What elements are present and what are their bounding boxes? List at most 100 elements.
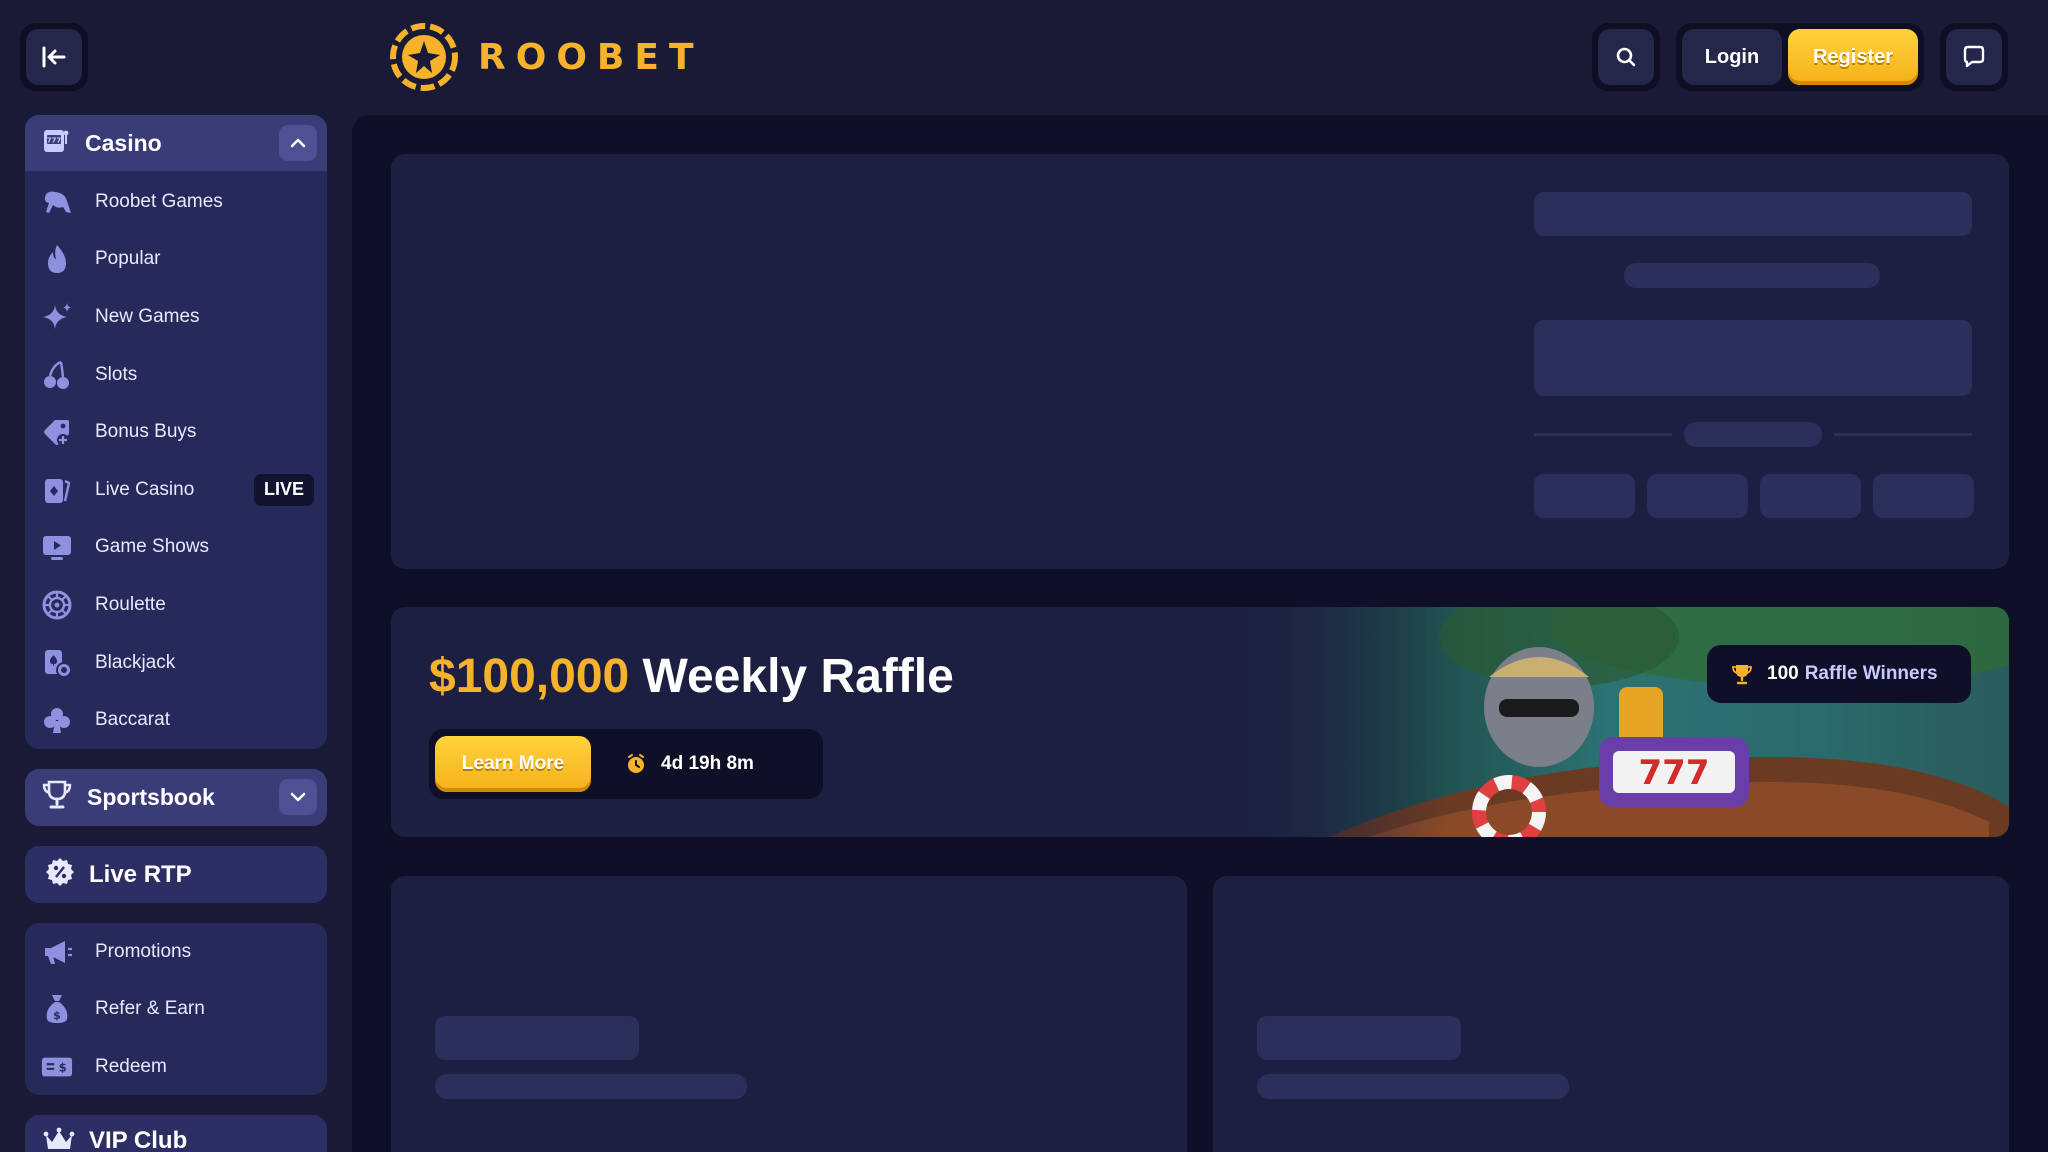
sidebar-item-label: Redeem	[95, 1055, 167, 1077]
trophy-icon	[41, 779, 73, 816]
ticket-icon: $	[41, 1051, 73, 1083]
raffle-name: Weekly Raffle	[642, 650, 954, 703]
sidebar-item-game-shows[interactable]: Game Shows	[25, 519, 327, 577]
roulette-icon	[41, 589, 73, 621]
skeleton-block	[1684, 422, 1822, 447]
sidebar-item-roulette[interactable]: Roulette	[25, 576, 327, 634]
chevron-down-icon	[290, 792, 306, 802]
casino-collapse-button[interactable]	[279, 125, 317, 161]
logo-text: ROOBET	[478, 36, 704, 78]
search-icon	[1598, 29, 1654, 85]
raffle-actions: Learn More 4d 19h 8m	[429, 729, 823, 799]
sidebar-item-label: Promotions	[95, 940, 192, 962]
skeleton-block	[1534, 320, 1972, 396]
sidebar-item-slots[interactable]: Slots	[25, 346, 327, 404]
sidebar-item-label: New Games	[95, 305, 200, 327]
skeleton-block	[435, 1016, 639, 1060]
casino-panel: 777 Casino Roobet Games Popular New Game…	[25, 115, 327, 749]
skeleton-block	[1257, 1074, 1569, 1099]
sidebar-item-baccarat[interactable]: Baccarat	[25, 691, 327, 749]
skeleton-divider	[1534, 433, 1672, 436]
sidebar-item-bonus-buys[interactable]: Bonus Buys	[25, 403, 327, 461]
sportsbook-expand-button[interactable]	[279, 779, 317, 815]
chat-button[interactable]	[1940, 23, 2008, 91]
megaphone-icon	[41, 936, 73, 968]
kangaroo-icon	[41, 186, 73, 218]
rtp-badge-icon	[45, 857, 75, 892]
register-button[interactable]: Register	[1788, 29, 1918, 85]
live-rtp-panel[interactable]: Live RTP	[25, 846, 327, 903]
live-rtp-title: Live RTP	[89, 860, 192, 888]
sidebar-item-label: Refer & Earn	[95, 998, 205, 1020]
sidebar-item-blackjack[interactable]: Blackjack	[25, 634, 327, 692]
skeleton-divider	[1834, 433, 1972, 436]
login-button[interactable]: Login	[1682, 29, 1782, 85]
flame-icon	[41, 243, 73, 275]
raffle-winners-badge[interactable]: 100 Raffle Winners	[1707, 645, 1971, 703]
casino-header[interactable]: 777 Casino	[25, 115, 327, 171]
sidebar-item-label: Game Shows	[95, 536, 210, 558]
extras-panel: Promotions $ Refer & Earn $ Redeem	[25, 923, 327, 1095]
vip-club-panel[interactable]: VIP Club	[25, 1115, 327, 1152]
svg-text:777: 777	[47, 136, 62, 144]
live-badge: LIVE	[253, 473, 314, 506]
tag-icon	[41, 416, 73, 448]
money-bag-icon: $	[41, 993, 73, 1025]
sidebar-item-redeem[interactable]: $ Redeem	[25, 1038, 327, 1095]
hero-loading-card	[391, 154, 2009, 569]
sidebar-item-live-casino[interactable]: Live Casino LIVE	[25, 461, 327, 519]
vip-club-title: VIP Club	[89, 1127, 188, 1152]
chevron-up-icon	[290, 138, 306, 148]
sidebar-item-new-games[interactable]: New Games	[25, 288, 327, 346]
auth-group: Login Register	[1676, 23, 1924, 91]
sidebar-item-roobet-games[interactable]: Roobet Games	[25, 173, 327, 231]
blackjack-icon	[41, 647, 73, 679]
sportsbook-panel[interactable]: Sportsbook	[25, 769, 327, 826]
sidebar-item-label: Popular	[95, 248, 161, 270]
tv-icon	[41, 531, 73, 563]
roobet-logo-icon	[390, 23, 458, 91]
sparkles-icon	[41, 301, 73, 333]
clock-icon	[628, 754, 644, 773]
raffle-title: $100,000 Weekly Raffle	[429, 649, 954, 704]
sidebar-item-label: Bonus Buys	[95, 421, 197, 443]
sidebar: 777 Casino Roobet Games Popular New Game…	[25, 115, 327, 1152]
cherries-icon	[41, 359, 73, 391]
sidebar-item-promotions[interactable]: Promotions	[25, 923, 327, 981]
roobet-logo[interactable]: ROOBET	[388, 20, 704, 94]
skeleton-block	[1624, 263, 1880, 288]
skeleton-block	[1534, 474, 1635, 518]
chat-icon	[1946, 29, 2002, 85]
loading-card-left	[391, 876, 1187, 1152]
sidebar-item-label: Roulette	[95, 593, 166, 615]
skeleton-block	[435, 1074, 747, 1099]
sidebar-item-label: Slots	[95, 363, 138, 385]
slot-machine-icon: 777	[41, 126, 71, 161]
sidebar-item-popular[interactable]: Popular	[25, 231, 327, 289]
collapse-left-icon	[26, 29, 82, 85]
top-header: ROOBET Login Register	[0, 0, 2048, 115]
sportsbook-title: Sportsbook	[87, 784, 215, 810]
raffle-amount: $100,000	[429, 650, 630, 703]
svg-text:$: $	[53, 1009, 61, 1022]
club-icon	[41, 704, 73, 736]
learn-more-button[interactable]: Learn More	[435, 736, 591, 792]
winners-label: Raffle Winners	[1804, 663, 1938, 684]
skeleton-block	[1647, 474, 1748, 518]
raffle-banner[interactable]: 777 $100,000 Weekly Raffle Learn More 4d…	[391, 607, 2009, 837]
trophy-icon	[1732, 665, 1752, 685]
cards-icon	[41, 474, 73, 506]
sidebar-item-label: Roobet Games	[95, 190, 223, 212]
loading-card-right	[1213, 876, 2009, 1152]
sidebar-collapse-button[interactable]	[20, 23, 88, 91]
raffle-countdown: 4d 19h 8m	[625, 753, 754, 775]
skeleton-block	[1760, 474, 1861, 518]
svg-text:$: $	[59, 1062, 67, 1075]
sidebar-item-refer-earn[interactable]: $ Refer & Earn	[25, 981, 327, 1039]
raffle-artwork: 777	[1209, 607, 2009, 837]
countdown-text: 4d 19h 8m	[661, 753, 754, 774]
winners-count: 100	[1767, 663, 1799, 684]
search-button[interactable]	[1592, 23, 1660, 91]
sidebar-item-label: Live Casino	[95, 478, 195, 500]
casino-title: Casino	[85, 129, 162, 156]
